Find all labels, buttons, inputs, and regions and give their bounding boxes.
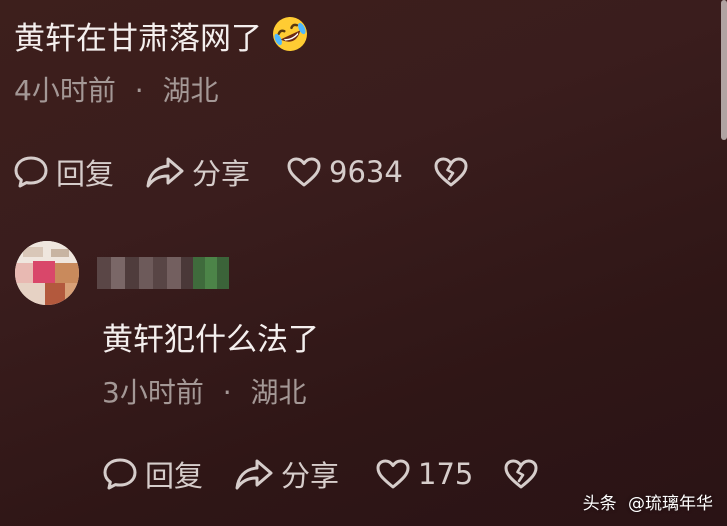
like-button[interactable]: 175	[375, 457, 473, 491]
like-count: 9634	[329, 155, 403, 189]
comment-location: 湖北	[162, 74, 219, 107]
share-arrow-icon	[234, 457, 274, 491]
broken-heart-icon	[503, 458, 539, 490]
reply-comment-actions: 回复 分享 175	[102, 452, 539, 496]
watermark-handle: @琉璃年华	[628, 494, 713, 514]
reply-button[interactable]: 回复	[102, 453, 203, 495]
share-button[interactable]: 分享	[234, 453, 339, 495]
comment-actions: 回复 分享 9634	[13, 150, 469, 194]
comment-text-body: 黄轩在甘肃落网了	[14, 21, 262, 57]
share-label: 分享	[281, 459, 340, 493]
username-pixelated[interactable]	[97, 257, 229, 289]
dislike-button[interactable]	[503, 458, 539, 490]
meta-separator: ·	[134, 74, 144, 107]
watermark-app: 头条	[582, 494, 617, 514]
dislike-button[interactable]	[433, 156, 469, 188]
comment-bubble-icon	[13, 155, 49, 189]
scrollbar[interactable]	[721, 0, 727, 140]
comment-time: 3小时前	[102, 376, 204, 409]
heart-icon	[286, 156, 322, 188]
broken-heart-icon	[433, 156, 469, 188]
reply-comment-text: 黄轩犯什么法了	[102, 322, 319, 358]
avatar[interactable]	[15, 241, 79, 305]
rolling-on-floor-laughing-icon	[270, 14, 310, 64]
like-count: 175	[418, 457, 474, 491]
comment-meta: 4小时前 · 湖北	[14, 73, 219, 109]
reply-label: 回复	[145, 459, 204, 493]
share-arrow-icon	[145, 155, 185, 189]
share-button[interactable]: 分享	[145, 151, 250, 193]
meta-separator: ·	[222, 376, 232, 409]
comment-bubble-icon	[102, 457, 138, 491]
reply-label: 回复	[56, 157, 115, 191]
reply-button[interactable]: 回复	[13, 151, 114, 193]
comment-time: 4小时前	[14, 74, 116, 107]
like-button[interactable]: 9634	[286, 155, 403, 189]
share-label: 分享	[192, 157, 251, 191]
comment-text: 黄轩在甘肃落网了	[14, 14, 310, 64]
reply-comment-meta: 3小时前 · 湖北	[102, 375, 307, 411]
heart-icon	[375, 458, 411, 490]
watermark: 头条 @琉璃年华	[583, 489, 713, 514]
comment-location: 湖北	[250, 376, 307, 409]
